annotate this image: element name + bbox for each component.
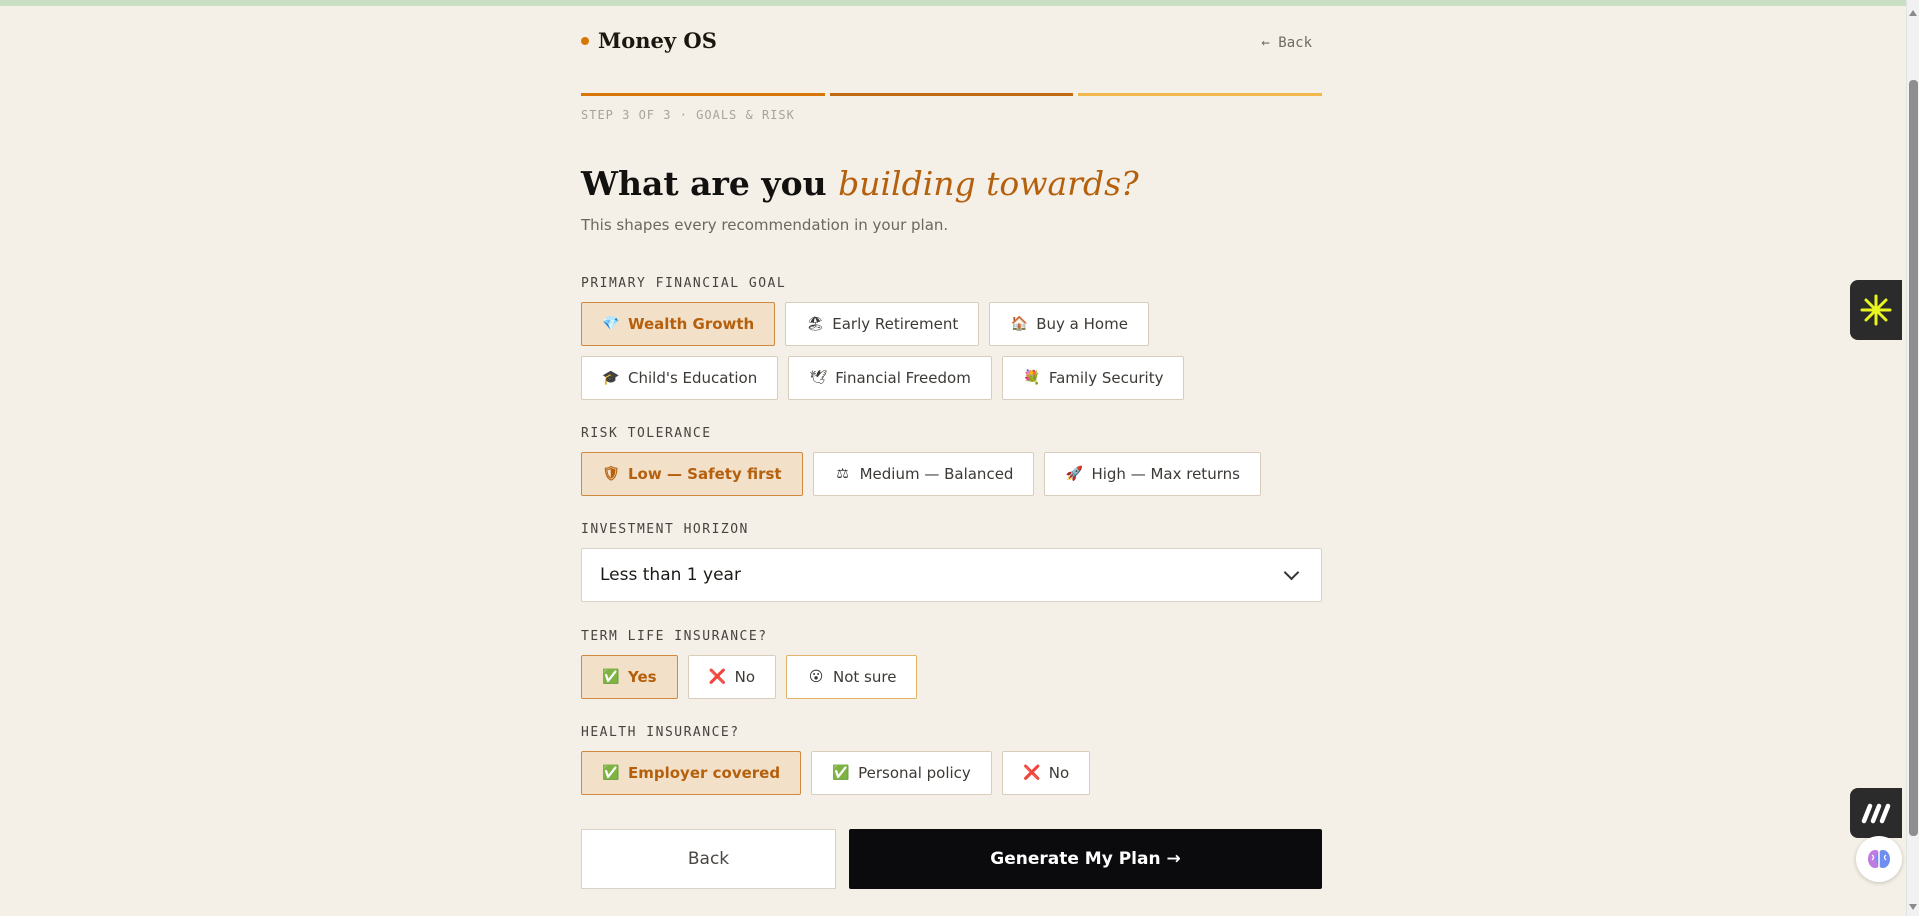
m-logo-widget-button[interactable] — [1850, 788, 1902, 838]
progress-segment-3 — [1078, 93, 1323, 96]
graduation-cap-icon: 🎓 — [602, 370, 620, 386]
check-box-icon: ✅ — [602, 669, 620, 685]
chip-label: Medium — Balanced — [859, 465, 1014, 483]
chip-label: Buy a Home — [1036, 315, 1128, 333]
chip-label: Yes — [628, 668, 657, 686]
chip-label: Personal policy — [858, 764, 971, 782]
check-box-icon: ✅ — [602, 765, 620, 781]
cross-mark-icon: ❌ — [1023, 765, 1041, 781]
header: Money OS ← Back — [581, 28, 1322, 62]
health-option-personal-policy[interactable]: ✅ Personal policy — [811, 751, 992, 795]
risk-option-high[interactable]: 🚀 High — Max returns — [1044, 452, 1261, 496]
chip-label: Financial Freedom — [835, 369, 971, 387]
chip-label: Family Security — [1048, 369, 1164, 387]
asterisk-widget-button[interactable] — [1850, 280, 1902, 340]
term-life-option-yes[interactable]: ✅ Yes — [581, 655, 678, 699]
back-button[interactable]: Back — [581, 829, 836, 889]
goal-option-early-retirement[interactable]: 🏖 Early Retirement — [785, 302, 980, 346]
chip-label: No — [734, 668, 755, 686]
top-accent-line — [0, 0, 1906, 6]
cross-mark-icon: ❌ — [708, 669, 727, 685]
chip-label: Low — Safety first — [628, 465, 782, 483]
chip-label: Employer covered — [628, 764, 781, 782]
gem-icon: 💎 — [602, 316, 620, 332]
progress-segment-1 — [581, 93, 825, 96]
risk-options-row: 🛡 Low — Safety first ⚖ Medium — Balanced… — [581, 452, 1261, 496]
horizon-select[interactable]: Less than 1 year — [581, 548, 1322, 602]
goal-option-childs-education[interactable]: 🎓 Child's Education — [581, 356, 779, 400]
house-icon: 🏠 — [1010, 316, 1028, 332]
term-life-option-not-sure[interactable]: 😮 Not sure — [786, 655, 918, 699]
brain-icon — [1868, 850, 1890, 868]
bouquet-icon: 💐 — [1023, 370, 1041, 386]
chip-label: No — [1048, 764, 1070, 782]
scroll-down-arrow-icon[interactable] — [1909, 904, 1917, 910]
scroll-thumb[interactable] — [1909, 80, 1918, 836]
goal-section-label: PRIMARY FINANCIAL GOAL — [581, 276, 787, 291]
page-subtitle: This shapes every recommendation in your… — [581, 216, 949, 234]
step-label: STEP 3 OF 3 · GOALS & RISK — [581, 108, 795, 122]
page-title: What are you building towards? — [581, 164, 1139, 203]
asterisk-icon — [1860, 294, 1892, 326]
balance-scale-icon: ⚖ — [836, 466, 849, 482]
health-option-no[interactable]: ❌ No — [1001, 751, 1091, 795]
risk-option-low[interactable]: 🛡 Low — Safety first — [581, 452, 803, 496]
brand: Money OS — [581, 28, 717, 53]
health-option-employer-covered[interactable]: ✅ Employer covered — [581, 751, 802, 795]
chip-label: Wealth Growth — [628, 315, 755, 333]
progress-segment-2 — [829, 93, 1074, 96]
chevron-down-icon — [1283, 564, 1300, 580]
goal-option-buy-a-home[interactable]: 🏠 Buy a Home — [989, 302, 1149, 346]
progress-bar — [581, 93, 1323, 97]
brand-dot-icon — [581, 36, 589, 45]
horizon-section-label: INVESTMENT HORIZON — [581, 522, 749, 537]
goal-options-row-2: 🎓 Child's Education 🕊 Financial Freedom … — [581, 356, 1185, 400]
chip-label: Not sure — [833, 668, 897, 686]
goal-option-financial-freedom[interactable]: 🕊 Financial Freedom — [788, 356, 992, 400]
risk-section-label: RISK TOLERANCE — [581, 426, 712, 441]
term-life-options-row: ✅ Yes ❌ No 😮 Not sure — [581, 655, 918, 699]
title-accent: building towards? — [838, 164, 1139, 203]
rocket-icon: 🚀 — [1065, 466, 1084, 482]
goal-option-wealth-growth[interactable]: 💎 Wealth Growth — [581, 302, 776, 346]
check-box-icon: ✅ — [832, 765, 850, 781]
brain-assistant-button[interactable] — [1856, 836, 1902, 882]
health-section-label: HEALTH INSURANCE? — [581, 725, 740, 740]
goal-options-row-1: 💎 Wealth Growth 🏖 Early Retirement 🏠 Buy… — [581, 302, 1149, 346]
risk-option-medium[interactable]: ⚖ Medium — Balanced — [812, 452, 1035, 496]
goal-option-family-security[interactable]: 💐 Family Security — [1001, 356, 1185, 400]
surprised-face-icon: 😮 — [808, 669, 824, 685]
chip-label: Early Retirement — [832, 315, 959, 333]
generate-plan-button[interactable]: Generate My Plan → — [849, 829, 1322, 889]
vertical-scrollbar[interactable] — [1906, 0, 1919, 916]
shield-icon: 🛡 — [602, 466, 620, 482]
term-life-option-no[interactable]: ❌ No — [687, 655, 776, 699]
title-plain: What are you — [581, 164, 839, 203]
term-life-section-label: TERM LIFE INSURANCE? — [581, 629, 768, 644]
scroll-up-arrow-icon[interactable] — [1909, 10, 1917, 16]
chip-label: Child's Education — [628, 369, 758, 387]
m-logo-icon — [1861, 803, 1891, 824]
dove-icon: 🕊 — [809, 370, 828, 386]
beach-umbrella-icon: 🏖 — [806, 316, 825, 332]
horizon-select-value: Less than 1 year — [600, 565, 741, 585]
health-options-row: ✅ Employer covered ✅ Personal policy ❌ N… — [581, 751, 1091, 795]
brand-name: Money OS — [598, 28, 717, 53]
chip-label: High — Max returns — [1091, 465, 1240, 483]
header-back-link[interactable]: ← Back — [1261, 35, 1312, 51]
